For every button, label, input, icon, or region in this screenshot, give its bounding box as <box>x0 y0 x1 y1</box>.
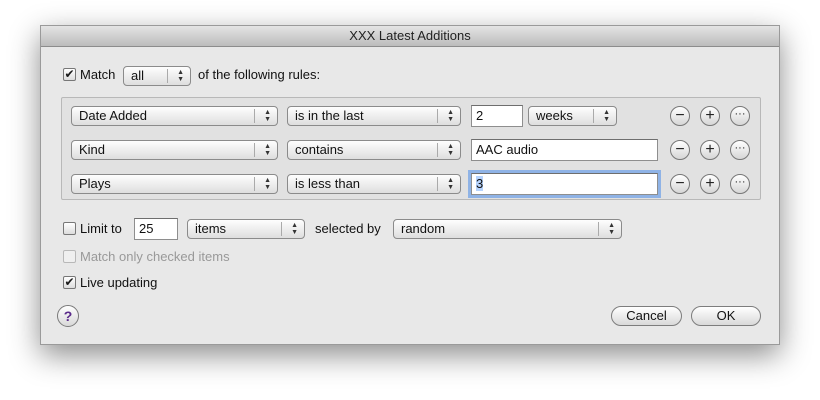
popup-arrows-icon: ▲ ▼ <box>447 143 454 157</box>
selected-by-label: selected by <box>315 221 381 236</box>
popup-separator <box>167 69 168 83</box>
match-only-checked-label: Match only checked items <box>80 249 230 264</box>
limit-unit-popup[interactable]: items ▲ ▼ <box>187 219 305 239</box>
limit-value-field[interactable]: 25 <box>134 218 178 240</box>
rule-1-add-button[interactable]: + <box>700 106 720 126</box>
rule-3-add-button[interactable]: + <box>700 174 720 194</box>
rule-3-more-button[interactable]: ··· <box>730 174 750 194</box>
live-updating-checkbox[interactable]: ✔ <box>63 276 76 289</box>
popup-separator <box>437 143 438 157</box>
selected-by-popup[interactable]: random ▲ ▼ <box>393 219 622 239</box>
popup-arrows-icon: ▲ ▼ <box>264 143 271 157</box>
popup-arrows-icon: ▲ ▼ <box>291 222 298 236</box>
rule-1-unit-popup[interactable]: weeks ▲ ▼ <box>528 106 617 126</box>
help-button[interactable]: ? <box>57 305 79 327</box>
rule-3-operator-popup[interactable]: is less than ▲ ▼ <box>287 174 461 194</box>
rule-operator-value: is in the last <box>295 108 364 123</box>
rule-2-value-field[interactable]: AAC audio <box>471 139 658 161</box>
rule-2-field-popup[interactable]: Kind ▲ ▼ <box>71 140 278 160</box>
rule-unit-value: weeks <box>536 108 573 123</box>
limit-label: Limit to <box>80 221 122 236</box>
rule-3-remove-button[interactable]: − <box>670 174 690 194</box>
popup-arrows-icon: ▲ ▼ <box>264 109 271 123</box>
popup-arrows-icon: ▲ ▼ <box>608 222 615 236</box>
window-title: XXX Latest Additions <box>41 26 779 47</box>
rule-field-value: Kind <box>79 142 106 157</box>
popup-separator <box>281 222 282 236</box>
match-suffix-label: of the following rules: <box>198 67 321 82</box>
popup-separator <box>593 109 594 123</box>
limit-unit-value: items <box>195 221 227 236</box>
popup-separator <box>254 109 255 123</box>
popup-arrows-icon: ▲ ▼ <box>603 109 610 123</box>
popup-arrows-icon: ▲ ▼ <box>447 177 454 191</box>
rule-1-more-button[interactable]: ··· <box>730 106 750 126</box>
selected-by-value: random <box>401 221 446 236</box>
cancel-button[interactable]: Cancel <box>611 306 682 326</box>
limit-checkbox[interactable] <box>63 222 76 235</box>
ok-button[interactable]: OK <box>691 306 761 326</box>
rule-3-value-field[interactable]: 3 <box>471 173 658 195</box>
rule-2-operator-popup[interactable]: contains ▲ ▼ <box>287 140 461 160</box>
rule-1-remove-button[interactable]: − <box>670 106 690 126</box>
popup-separator <box>598 222 599 236</box>
match-label: Match <box>80 67 116 82</box>
rule-field-value: Date Added <box>79 108 147 123</box>
match-checkbox[interactable]: ✔ <box>63 68 76 81</box>
popup-arrows-icon: ▲ ▼ <box>447 109 454 123</box>
rule-operator-value: contains <box>295 142 344 157</box>
popup-separator <box>254 143 255 157</box>
rule-operator-value: is less than <box>295 176 361 191</box>
live-updating-label: Live updating <box>80 275 158 290</box>
smart-playlist-dialog: XXX Latest Additions ✔ Match all ▲ ▼ of t… <box>40 25 780 345</box>
rule-2-more-button[interactable]: ··· <box>730 140 750 160</box>
popup-separator <box>437 109 438 123</box>
popup-arrows-icon: ▲ ▼ <box>264 177 271 191</box>
rule-1-field-popup[interactable]: Date Added ▲ ▼ <box>71 106 278 126</box>
rule-1-value-field[interactable]: 2 <box>471 105 523 127</box>
rule-field-value: Plays <box>79 176 111 191</box>
rule-3-field-popup[interactable]: Plays ▲ ▼ <box>71 174 278 194</box>
popup-arrows-icon: ▲ ▼ <box>177 69 184 83</box>
match-only-checked-checkbox[interactable] <box>63 250 76 263</box>
match-mode-popup[interactable]: all ▲ ▼ <box>123 66 191 86</box>
rule-3-value-selection: 3 <box>476 176 484 191</box>
rule-2-remove-button[interactable]: − <box>670 140 690 160</box>
match-mode-value: all <box>131 68 145 83</box>
rule-1-operator-popup[interactable]: is in the last ▲ ▼ <box>287 106 461 126</box>
popup-separator <box>437 177 438 191</box>
rule-2-add-button[interactable]: + <box>700 140 720 160</box>
popup-separator <box>254 177 255 191</box>
